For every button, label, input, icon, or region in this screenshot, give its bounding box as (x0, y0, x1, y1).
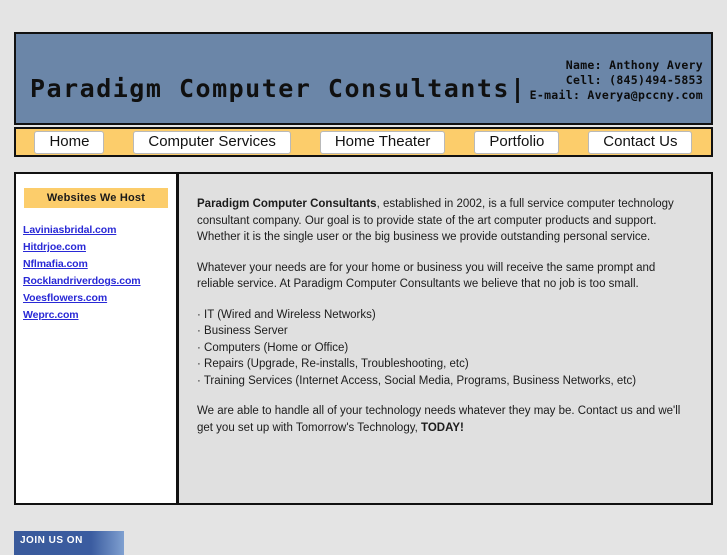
service-item-repairs: · Repairs (Upgrade, Re-installs, Trouble… (197, 358, 469, 370)
main-content-panel: Websites We Host Laviniasbridal.com Hitd… (14, 172, 713, 505)
nav-item-portfolio[interactable]: Portfolio (474, 130, 560, 154)
services-list: · IT (Wired and Wireless Networks) · Bus… (197, 307, 693, 390)
sidebar-link-laviniasbridal[interactable]: Laviniasbridal.com (23, 224, 176, 236)
nav-item-home[interactable]: Home (34, 130, 105, 154)
closing-paragraph: We are able to handle all of your techno… (197, 403, 693, 436)
site-title: Paradigm Computer Consultants| (30, 74, 527, 103)
sidebar: Websites We Host Laviniasbridal.com Hitd… (16, 174, 179, 503)
join-us-label: JOIN US ON (20, 535, 83, 546)
service-item-business-server: · Business Server (197, 325, 288, 337)
service-item-it: · IT (Wired and Wireless Networks) (197, 308, 376, 321)
sidebar-link-nflmafia[interactable]: Nflmafia.com (23, 258, 176, 270)
contact-name: Name: Anthony Avery (565, 58, 703, 72)
sidebar-link-voesflowers[interactable]: Voesflowers.com (23, 292, 176, 304)
contact-info-block: Name: Anthony Avery Cell: (845)494-5853 … (530, 58, 703, 103)
intro-paragraph: Paradigm Computer Consultants, establish… (197, 196, 693, 246)
nav-item-contact-us[interactable]: Contact Us (588, 130, 693, 154)
nav-item-computer-services[interactable]: Computer Services (133, 130, 291, 154)
second-paragraph: Whatever your needs are for your home or… (197, 261, 656, 291)
site-header-banner: Paradigm Computer Consultants| Name: Ant… (14, 32, 713, 125)
nav-item-home-theater[interactable]: Home Theater (319, 130, 446, 154)
main-navigation-bar: Home Computer Services Home Theater Port… (14, 127, 713, 157)
closing-today-strong: TODAY! (421, 421, 464, 434)
service-item-computers: · Computers (Home or Office) (197, 341, 349, 354)
content-area: Paradigm Computer Consultants, establish… (179, 174, 711, 503)
contact-email: E-mail: Averya@pccny.com (529, 88, 703, 102)
sidebar-link-hitdrjoe[interactable]: Hitdrjoe.com (23, 241, 176, 253)
company-name-strong: Paradigm Computer Consultants (197, 198, 377, 210)
sidebar-heading: Websites We Host (24, 188, 168, 208)
contact-cell: Cell: (845)494-5853 (565, 73, 703, 87)
join-us-on-banner[interactable]: JOIN US ON (14, 531, 124, 555)
service-item-training: · Training Services (Internet Access, So… (197, 374, 637, 387)
sidebar-link-rocklandriverdogs[interactable]: Rocklandriverdogs.com (23, 275, 176, 287)
sidebar-link-list: Laviniasbridal.com Hitdrjoe.com Nflmafia… (16, 224, 176, 321)
sidebar-link-weprc[interactable]: Weprc.com (23, 309, 176, 321)
